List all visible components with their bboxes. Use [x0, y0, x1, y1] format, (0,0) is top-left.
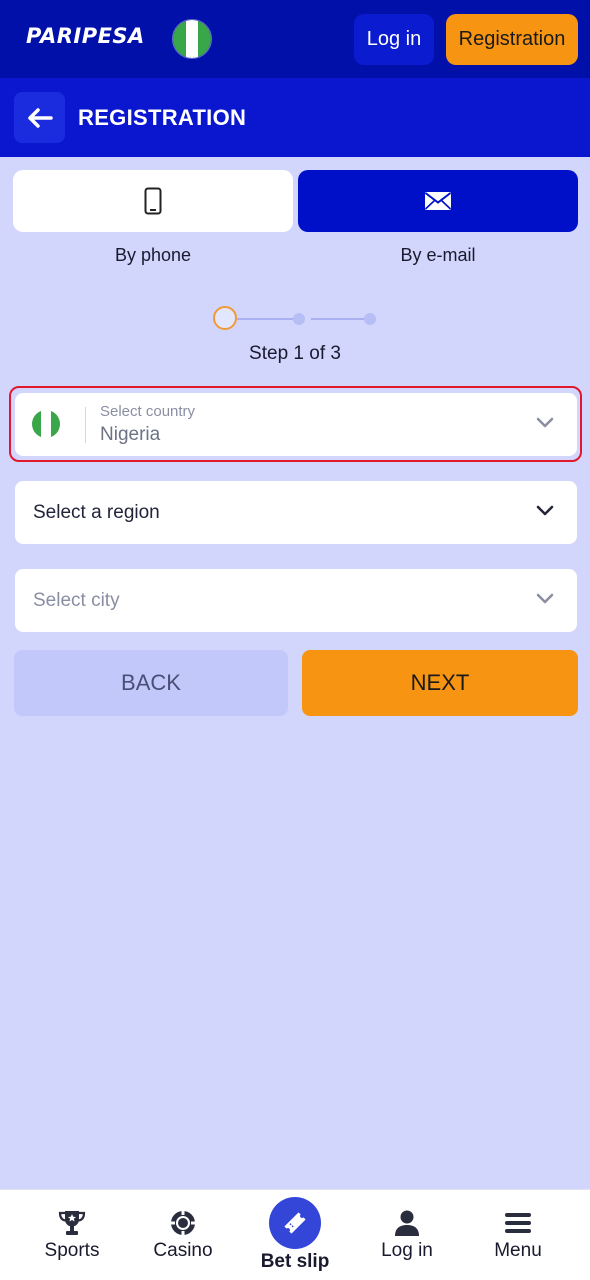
tab-by-phone[interactable]	[13, 170, 293, 232]
region-select-placeholder: Select a region	[33, 502, 160, 523]
page-header: REGISTRATION	[0, 78, 590, 157]
nav-sports-label: Sports	[44, 1240, 100, 1261]
arrow-left-icon	[27, 107, 53, 128]
bet-slip-circle	[269, 1197, 321, 1249]
chevron-down-icon	[536, 505, 554, 516]
casino-chip-icon	[171, 1211, 195, 1235]
step-dot	[293, 313, 305, 325]
chevron-down-icon	[536, 417, 554, 428]
login-button[interactable]: Log in	[354, 14, 434, 65]
country-select-value: Nigeria	[100, 424, 161, 445]
chevron-down-icon	[536, 593, 554, 604]
next-button[interactable]: NEXT	[302, 650, 578, 716]
nav-login[interactable]: Log in	[352, 1190, 462, 1280]
step-indicator	[213, 306, 383, 332]
envelope-icon	[424, 192, 452, 210]
registration-button[interactable]: Registration	[446, 14, 578, 65]
tab-by-email-label[interactable]: By e-mail	[298, 245, 578, 266]
nav-menu-label: Menu	[494, 1240, 542, 1261]
nigeria-flag-icon	[32, 410, 60, 438]
ticket-icon	[284, 1212, 306, 1234]
tab-by-phone-label[interactable]: By phone	[13, 245, 293, 266]
nigeria-flag-icon[interactable]	[172, 19, 212, 59]
tab-by-email[interactable]	[298, 170, 578, 232]
user-icon	[395, 1210, 419, 1236]
nav-sports[interactable]: Sports	[17, 1190, 127, 1280]
nav-casino[interactable]: Casino	[128, 1190, 238, 1280]
bottom-navigation: Sports Casino Bet slip Log in Menu	[0, 1189, 590, 1280]
back-arrow-button[interactable]	[14, 92, 65, 143]
region-select[interactable]: Select a region	[15, 481, 577, 544]
top-bar: PARIPESA Log in Registration	[0, 0, 590, 78]
registration-page: PARIPESA Log in Registration REGISTRATIO…	[0, 0, 590, 1280]
step-dot-active	[213, 306, 237, 330]
back-button[interactable]: BACK	[14, 650, 288, 716]
phone-icon	[144, 187, 162, 215]
page-title: REGISTRATION	[78, 105, 247, 130]
country-select[interactable]: Select country Nigeria	[15, 393, 577, 456]
trophy-icon	[58, 1211, 86, 1235]
nav-casino-label: Casino	[153, 1240, 213, 1261]
nav-bet-slip[interactable]: Bet slip	[240, 1190, 350, 1280]
step-dot	[364, 313, 376, 325]
country-select-label: Select country	[100, 403, 196, 420]
city-select-placeholder: Select city	[33, 590, 120, 611]
hamburger-icon	[505, 1213, 531, 1233]
nav-login-label: Log in	[381, 1240, 433, 1261]
step-text: Step 1 of 3	[249, 343, 341, 364]
divider	[85, 407, 86, 443]
paripesa-logo[interactable]: PARIPESA	[26, 24, 145, 48]
nav-menu[interactable]: Menu	[463, 1190, 573, 1280]
city-select[interactable]: Select city	[15, 569, 577, 632]
nav-bet-slip-label: Bet slip	[260, 1251, 330, 1272]
